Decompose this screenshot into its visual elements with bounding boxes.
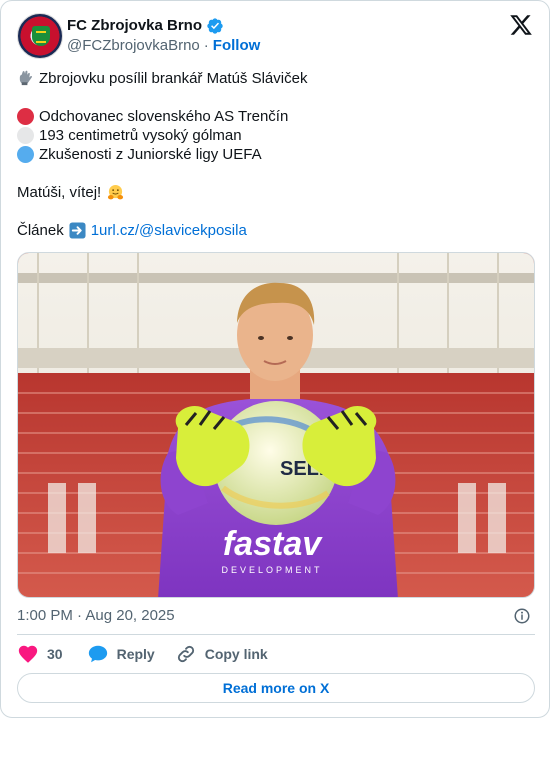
tweet-actions: 30 Reply Copy link (17, 643, 268, 665)
goalkeeper-photo-illustration: SELE fastav DEVELOPMENT (18, 253, 534, 597)
tweet-line-red: Odchovanec slovenského AS Trenčín (17, 107, 537, 126)
red-circle-icon (17, 108, 34, 125)
article-label: Článek (17, 222, 64, 239)
greeting-text: Matúši, vítej! (17, 184, 102, 201)
tweet-line-headline: Zbrojovku posílil brankář Matúš Sláviček (17, 69, 537, 88)
tweet-card: FC Zbrojovka Brno @FCZbrojovkaBrno · Fol… (0, 0, 550, 718)
reply-label: Reply (116, 646, 155, 662)
heart-icon (18, 645, 38, 663)
tweet-line-greeting: Matúši, vítej! (17, 183, 537, 202)
article-link[interactable]: 1url.cz/@slavicekposila (91, 221, 247, 240)
white-circle-icon (17, 127, 34, 144)
tweet-photo[interactable]: SELE fastav DEVELOPMENT (17, 252, 535, 598)
read-more-button[interactable]: Read more on X (17, 673, 535, 703)
link-icon (177, 645, 194, 663)
verified-badge-icon (207, 18, 223, 34)
tweet-line-article: Článek 1url.cz/@slavicekposila (17, 221, 537, 240)
tweet-line-text: 193 centimetrů vysoký gólman (39, 127, 242, 144)
author-handle[interactable]: @FCZbrojovkaBrno (67, 37, 200, 55)
jersey-sponsor-subtext: DEVELOPMENT (221, 565, 322, 575)
x-logo-icon[interactable] (509, 13, 533, 37)
copy-link-label: Copy link (204, 646, 268, 662)
reply-button[interactable]: Reply (87, 643, 155, 665)
crest-icon (32, 26, 50, 46)
author-display-name[interactable]: FC Zbrojovka Brno (67, 17, 202, 35)
blue-circle-icon (17, 146, 34, 163)
gloves-emoji-icon (19, 70, 33, 86)
follow-button[interactable]: Follow (213, 37, 261, 55)
copy-link-button[interactable]: Copy link (175, 643, 268, 665)
tweet-line-text: Odchovanec slovenského AS Trenčín (39, 108, 289, 125)
tweet-text: Zbrojovku posílil brankář Matúš Sláviček… (17, 69, 537, 240)
divider (17, 634, 535, 635)
jersey-sponsor-text: fastav (223, 525, 323, 563)
tweet-line-text: Zbrojovku posílil brankář Matúš Sláviček (39, 70, 308, 87)
separator: · (203, 37, 209, 54)
tweet-timestamp[interactable]: 1:00 PM · Aug 20, 2025 (17, 607, 175, 625)
author-handle-row: @FCZbrojovkaBrno · Follow (67, 37, 260, 55)
tweet-line-blue: Zkušenosti z Juniorské ligy UEFA (17, 145, 537, 164)
author-name-row: FC Zbrojovka Brno (67, 17, 224, 35)
right-arrow-emoji-icon (69, 222, 86, 239)
hugging-face-emoji-icon (108, 184, 124, 200)
club-logo-avatar[interactable] (17, 13, 63, 59)
tweet-line-white: 193 centimetrů vysoký gólman (17, 126, 537, 145)
info-icon[interactable] (513, 607, 531, 625)
like-count: 30 (47, 646, 63, 662)
reply-bubble-icon (88, 645, 107, 663)
tweet-line-text: Zkušenosti z Juniorské ligy UEFA (39, 146, 262, 163)
like-button[interactable]: 30 (17, 643, 63, 665)
